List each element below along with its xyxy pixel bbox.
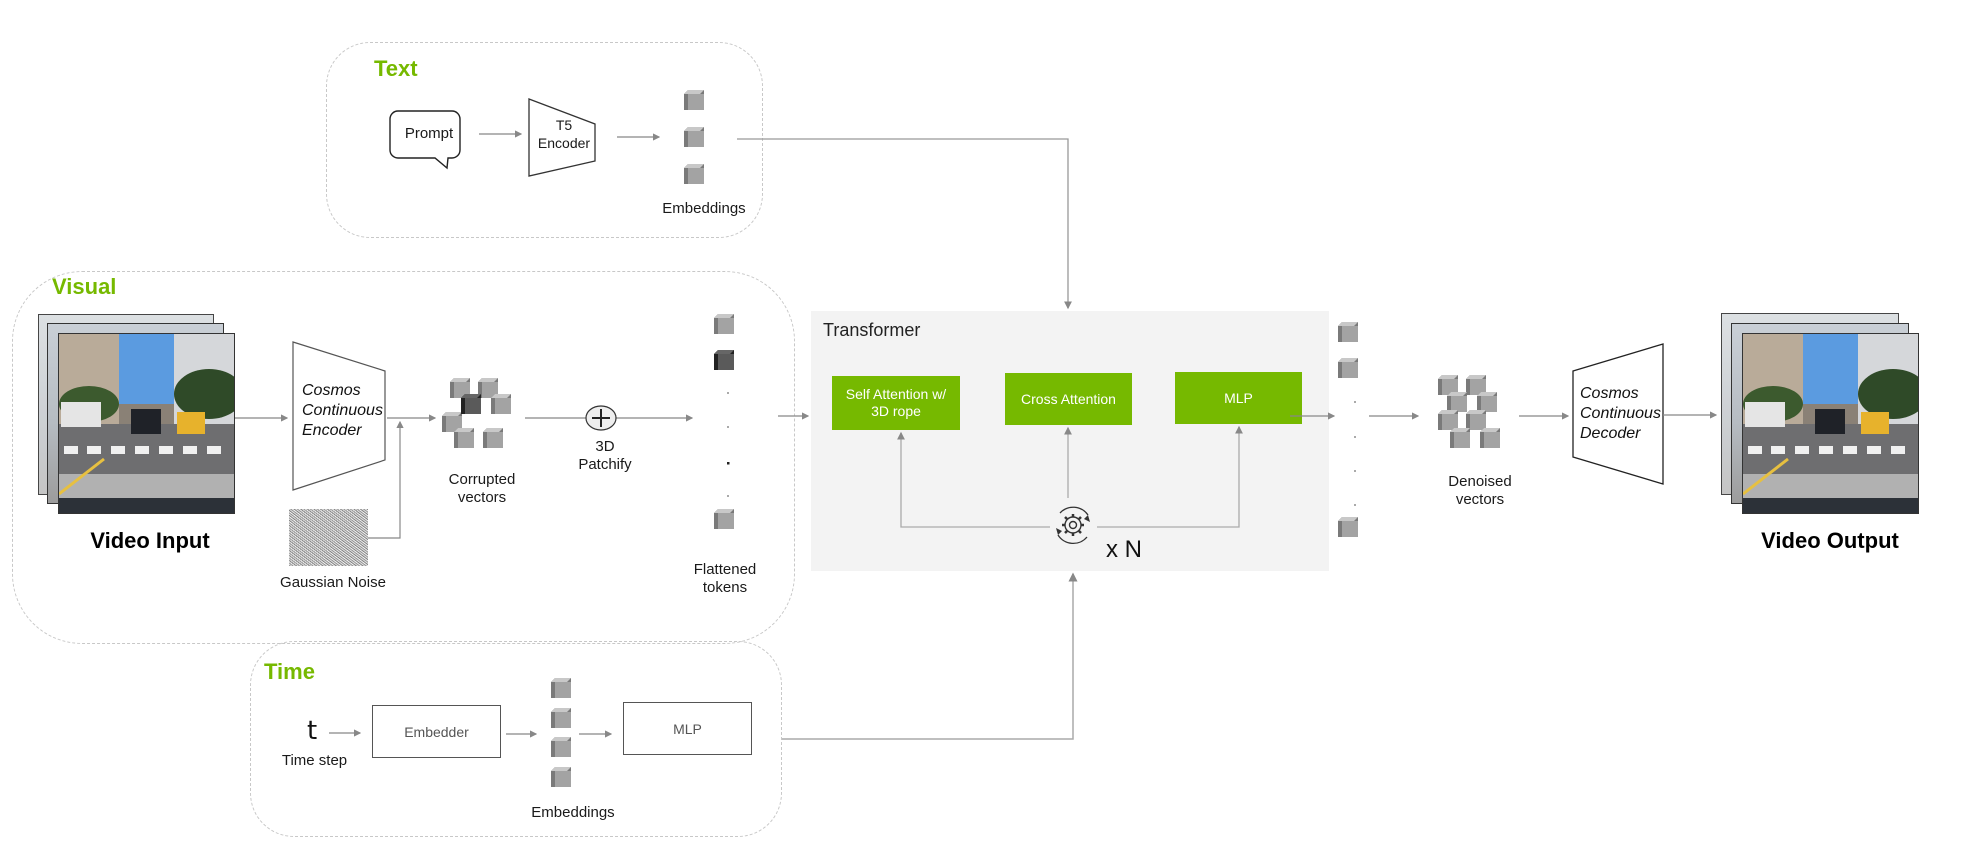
cosmos-encoder-label: Cosmos Continuous Encoder: [302, 381, 383, 441]
corrupted-line-1: Corrupted: [448, 471, 516, 488]
cube-icon: [551, 737, 571, 757]
connector-time-to-transformer: [782, 572, 1078, 740]
flattened-tokens-label: Flattened tokens: [675, 561, 775, 597]
embedder-label: Embedder: [404, 723, 469, 740]
time-embeddings-label: Embeddings: [531, 804, 615, 821]
decoder-line-1: Cosmos: [1580, 385, 1639, 402]
decoder-line-3: Decoder: [1580, 425, 1641, 442]
time-mlp-label: MLP: [673, 720, 702, 737]
time-step-label: Time step: [281, 752, 348, 769]
cube-icon: [551, 678, 571, 698]
embedder-box: Embedder: [372, 705, 501, 758]
flattened-line-1: Flattened: [693, 561, 757, 578]
encoder-line-3: Encoder: [302, 422, 362, 439]
denoised-line-2: vectors: [1455, 491, 1505, 508]
encoder-line-1: Cosmos: [302, 382, 361, 399]
cube-icon: [551, 767, 571, 787]
corrupted-vectors-cluster: [442, 378, 511, 448]
patchify-line-1: 3D: [595, 438, 615, 455]
flattened-tokens-column: [714, 314, 734, 529]
loop-to-self-attention: [897, 431, 1050, 528]
prompt-label: Prompt: [404, 125, 454, 142]
corrupted-vectors-label: Corrupted vectors: [432, 471, 532, 507]
cube-icon: [684, 127, 704, 147]
encoder-line-2: Continuous: [302, 402, 383, 419]
denoised-vectors-label: Denoised vectors: [1430, 473, 1530, 509]
time-mlp-box: MLP: [623, 702, 752, 755]
output-tokens-column: [1338, 322, 1358, 537]
cosmos-decoder-label: Cosmos Continuous Decoder: [1580, 384, 1661, 444]
decoder-line-2: Continuous: [1580, 405, 1661, 422]
cube-icon: [551, 708, 571, 728]
gaussian-noise-image: [289, 509, 368, 566]
denoised-line-1: Denoised: [1448, 473, 1512, 490]
denoised-vectors-cluster: [1438, 375, 1500, 448]
gear-cycle-icon: [1056, 506, 1090, 545]
cube-icon: [684, 164, 704, 184]
circled-plus-icon: [585, 405, 617, 431]
connector-text-to-transformer: [737, 138, 1072, 310]
patchify-label: 3D Patchify: [565, 438, 645, 474]
loop-to-mlp: [1097, 425, 1243, 528]
corrupted-line-2: vectors: [457, 489, 507, 506]
flattened-line-2: tokens: [702, 579, 748, 596]
diagram-canvas: [235, 90, 1718, 787]
t-symbol: t: [307, 716, 318, 746]
text-embeddings-label: Embeddings: [662, 200, 746, 217]
encoder-label: Encoder: [537, 135, 591, 151]
t5-encoder-label: T5 Encoder: [530, 116, 598, 152]
t5-label: T5: [555, 117, 573, 133]
gaussian-noise-label: Gaussian Noise: [280, 574, 386, 591]
patchify-line-2: Patchify: [578, 456, 632, 473]
cube-icon: [684, 90, 704, 110]
